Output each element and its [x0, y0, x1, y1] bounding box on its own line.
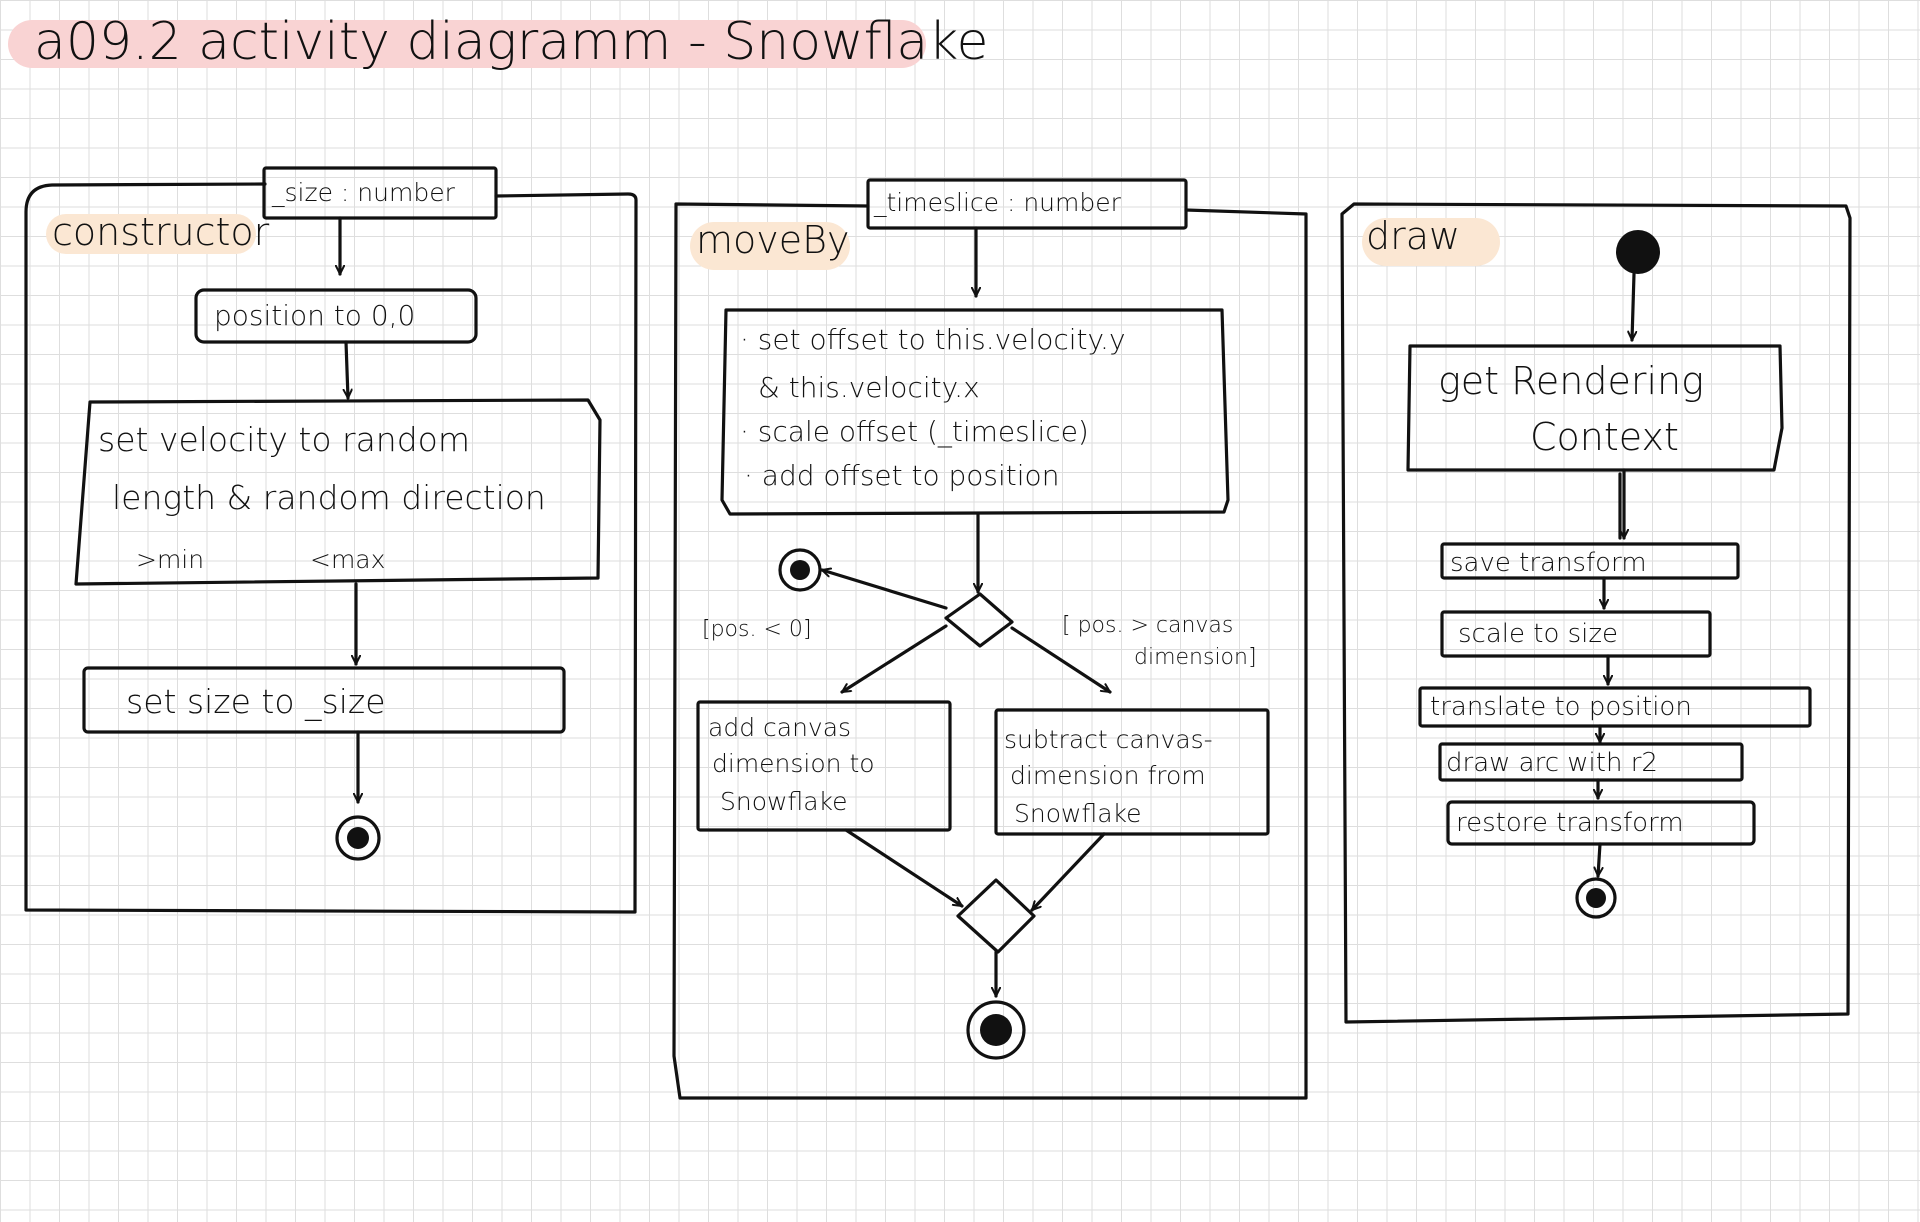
moveby-final-node	[966, 1000, 1026, 1060]
moveby-title: moveBy	[696, 218, 850, 262]
moveby-action-line2: & this.velocity.x	[758, 371, 980, 404]
arrow-add-to-merge	[844, 828, 964, 908]
draw-step-restore: restore transform	[1456, 808, 1684, 838]
page-title: a09.2 activity diagramm - Snowflake	[34, 12, 989, 72]
moveby-add-line3: Snowflake	[720, 787, 848, 816]
constructor-param: _size : number	[272, 178, 455, 207]
constructor-step-velocity-line1: set velocity to random	[98, 420, 470, 459]
arrow-decision-to-add	[840, 624, 948, 694]
arrow-subtract-to-merge	[1030, 832, 1106, 912]
constructor-step-position: position to 0,0	[214, 299, 416, 332]
moveby-action-line4: · add offset to position	[744, 459, 1060, 492]
moveby-subtract-line2: dimension from	[1010, 761, 1206, 790]
moveby-subtract-line3: Snowflake	[1014, 799, 1142, 828]
arrow-initial-to-context	[1632, 272, 1634, 342]
moveby-param: _timeslice : number	[874, 188, 1121, 217]
decision-node	[944, 592, 1014, 648]
constructor-final-node	[335, 815, 381, 861]
draw-title: draw	[1366, 214, 1461, 258]
draw-step-translate: translate to position	[1430, 692, 1692, 722]
moveby-action-line1: · set offset to this.velocity.y	[740, 323, 1126, 356]
draw-final-node	[1575, 877, 1617, 919]
moveby-action-line3: · scale offset (_timeslice)	[740, 415, 1089, 448]
guard-right-line1: [ pos. > canvas	[1062, 613, 1234, 638]
constructor-title: constructor	[52, 210, 270, 254]
constructor-step-velocity-max: <max	[310, 545, 386, 574]
draw-step-scale: scale to size	[1458, 619, 1619, 649]
arrow-decision-to-final	[820, 570, 948, 610]
constructor-step-size: set size to _size	[126, 682, 386, 721]
moveby-subtract-line1: subtract canvas-	[1004, 725, 1213, 754]
constructor-step-velocity-line2: length & random direction	[112, 478, 546, 517]
draw-step-arc: draw arc with r2	[1446, 748, 1658, 778]
draw-step-context-line2: Context	[1530, 415, 1679, 459]
draw-step-save: save transform	[1450, 548, 1647, 578]
draw-initial-node	[1616, 230, 1660, 274]
merge-node	[956, 878, 1036, 954]
guard-left: [pos. < 0]	[702, 617, 812, 642]
moveby-early-final-node	[778, 548, 822, 592]
arrow-position-to-velocity	[346, 340, 348, 400]
moveby-add-line1: add canvas	[708, 713, 852, 742]
arrow-restore-to-end	[1598, 842, 1600, 878]
moveby-add-line2: dimension to	[712, 749, 875, 778]
constructor-step-velocity-min: >min	[136, 545, 205, 574]
draw-step-context-line1: get Rendering	[1438, 359, 1704, 403]
guard-right-line2: dimension]	[1134, 645, 1257, 670]
